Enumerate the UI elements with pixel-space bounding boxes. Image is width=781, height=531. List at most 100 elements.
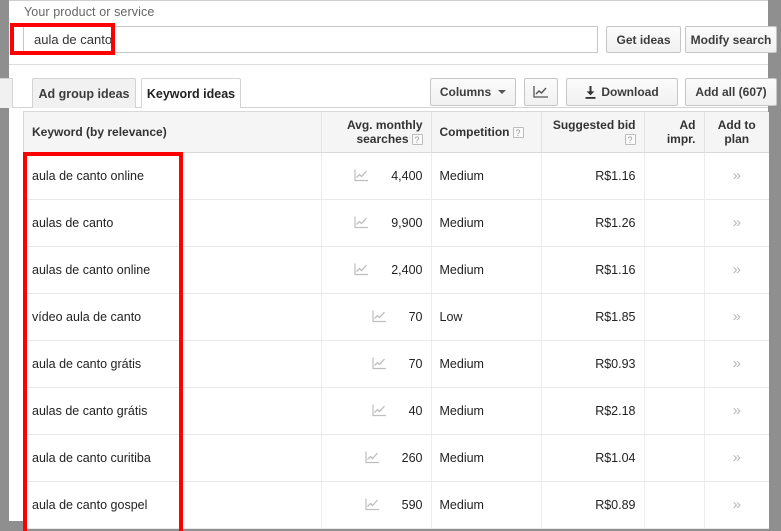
column-header-suggested-bid-label: Suggested bid <box>552 117 636 132</box>
cell-avg-searches: 590 <box>321 481 432 529</box>
cell-suggested-bid: R$1.16 <box>541 152 645 200</box>
table-row[interactable]: aula de canto online 4,400 Medium R$1.16 <box>24 152 769 200</box>
cell-avg-searches: 9,900 <box>321 199 432 247</box>
cell-add-to-plan[interactable]: » <box>704 152 769 200</box>
search-trend-icon[interactable] <box>371 404 387 417</box>
cell-add-to-plan[interactable]: » <box>704 246 769 294</box>
cell-competition: Medium <box>431 481 542 529</box>
add-to-plan-icon[interactable]: » <box>733 214 741 231</box>
add-to-plan-icon[interactable]: » <box>733 402 741 419</box>
cell-avg-searches-value: 9,900 <box>391 215 423 230</box>
cell-ad-impr <box>644 293 705 341</box>
cell-suggested-bid: R$0.93 <box>541 340 645 388</box>
column-header-ad-impr-label: Ad impr. <box>666 117 696 146</box>
cell-keyword: aulas de canto online <box>24 246 322 294</box>
column-header-competition[interactable]: Competition? <box>431 112 542 153</box>
tab-keyword-ideas[interactable]: Keyword ideas <box>141 78 241 108</box>
add-to-plan-icon[interactable]: » <box>733 355 741 372</box>
search-trend-icon[interactable] <box>354 216 369 229</box>
add-to-plan-icon[interactable]: » <box>733 167 741 184</box>
help-icon-competition[interactable]: ? <box>512 127 524 139</box>
modify-search-button[interactable]: Modify search <box>685 26 777 53</box>
table-row[interactable]: vídeo aula de canto 70 Low R$1.85 » <box>24 293 769 341</box>
cell-add-to-plan[interactable]: » <box>704 293 769 341</box>
table-row[interactable]: aula de canto gospel 590 Medium R$0.89 » <box>24 481 769 529</box>
cell-competition: Medium <box>431 434 542 482</box>
search-trend-icon[interactable] <box>371 357 387 370</box>
cell-avg-searches: 2,400 <box>321 246 432 294</box>
cell-ad-impr <box>644 199 705 247</box>
cell-competition: Low <box>431 293 542 341</box>
column-header-suggested-bid[interactable]: Suggested bid ? <box>541 112 645 153</box>
download-button-label: Download <box>601 85 659 99</box>
cell-add-to-plan[interactable]: » <box>704 434 769 482</box>
search-trend-icon[interactable] <box>354 169 369 182</box>
add-to-plan-icon[interactable]: » <box>733 261 741 278</box>
tab-overflow-stub[interactable] <box>0 78 13 108</box>
cell-add-to-plan[interactable]: » <box>704 481 769 529</box>
add-to-plan-icon[interactable]: » <box>733 308 741 325</box>
search-trend-icon[interactable] <box>365 498 380 511</box>
cell-avg-searches: 260 <box>321 434 432 482</box>
cell-ad-impr <box>644 340 705 388</box>
column-header-competition-label: Competition <box>439 124 510 139</box>
cell-avg-searches-value: 70 <box>408 356 423 371</box>
cell-keyword: aulas de canto grátis <box>24 387 322 435</box>
active-tab-connector <box>142 107 240 109</box>
search-trend-icon[interactable] <box>371 310 387 323</box>
help-icon-suggested-bid[interactable]: ? <box>624 134 636 146</box>
cell-keyword: aula de canto online <box>24 152 322 200</box>
help-icon-avg-monthly-searches[interactable]: ? <box>411 134 423 146</box>
cell-add-to-plan[interactable]: » <box>704 199 769 247</box>
column-header-avg-line2: searches <box>356 131 409 146</box>
add-to-plan-icon[interactable]: » <box>733 496 741 513</box>
cell-suggested-bid: R$2.18 <box>541 387 645 435</box>
search-trend-icon[interactable] <box>354 263 369 276</box>
chevron-down-icon <box>498 90 507 94</box>
cell-add-to-plan[interactable]: » <box>704 340 769 388</box>
tab-strip: Ad group ideas Keyword ideas Columns Dow… <box>0 66 777 109</box>
cell-avg-searches-value: 590 <box>401 497 423 512</box>
cell-avg-searches: 70 <box>321 293 432 341</box>
cell-avg-searches: 40 <box>321 387 432 435</box>
cell-suggested-bid: R$0.89 <box>541 481 645 529</box>
column-header-add-to-plan-label: Add to plan <box>717 117 756 146</box>
table-header: Keyword (by relevance) Avg. monthly sear… <box>24 112 769 153</box>
cell-keyword: aulas de canto <box>24 199 322 247</box>
search-trend-icon[interactable] <box>365 451 380 464</box>
cell-add-to-plan[interactable]: » <box>704 387 769 435</box>
table-row[interactable]: aulas de canto online 2,400 Medium R$1.1… <box>24 246 769 294</box>
search-input[interactable] <box>23 26 598 53</box>
columns-button-label: Columns <box>439 85 492 99</box>
table-row[interactable]: aula de canto grátis 70 Medium R$0.93 » <box>24 340 769 388</box>
add-all-button[interactable]: Add all (607) <box>685 78 777 106</box>
cell-avg-searches-value: 2,400 <box>391 262 423 277</box>
keyword-ideas-table: Keyword (by relevance) Avg. monthly sear… <box>24 112 769 529</box>
column-header-ad-impr[interactable]: Ad impr. <box>644 112 705 153</box>
cell-suggested-bid: R$1.85 <box>541 293 645 341</box>
cell-keyword: aula de canto curitiba <box>24 434 322 482</box>
app-window: Your product or service Get ideas Modify… <box>0 0 781 531</box>
table-row[interactable]: aula de canto curitiba 260 Medium R$1.04 <box>24 434 769 482</box>
download-button[interactable]: Download <box>566 78 678 106</box>
column-header-avg-monthly-searches[interactable]: Avg. monthly searches? <box>321 112 432 153</box>
cell-avg-searches-value: 40 <box>408 403 423 418</box>
get-ideas-button[interactable]: Get ideas <box>606 26 681 53</box>
cell-suggested-bid: R$1.16 <box>541 246 645 294</box>
table-row[interactable]: aulas de canto 9,900 Medium R$1.26 » <box>24 199 769 247</box>
line-chart-icon <box>533 86 548 98</box>
add-to-plan-icon[interactable]: » <box>733 449 741 466</box>
column-header-add-to-plan: Add to plan <box>704 112 769 153</box>
download-icon <box>585 85 596 99</box>
product-or-service-label: Your product or service <box>24 5 155 19</box>
columns-button[interactable]: Columns <box>430 78 516 106</box>
graph-view-button[interactable] <box>524 78 558 106</box>
keyword-ideas-table-container: Keyword (by relevance) Avg. monthly sear… <box>23 111 769 529</box>
table-row[interactable]: aulas de canto grátis 40 Medium R$2.18 » <box>24 387 769 435</box>
cell-ad-impr <box>644 246 705 294</box>
column-header-keyword[interactable]: Keyword (by relevance) <box>24 112 322 153</box>
cell-avg-searches: 70 <box>321 340 432 388</box>
cell-ad-impr <box>644 434 705 482</box>
column-header-keyword-label: Keyword (by relevance) <box>32 124 167 139</box>
tab-ad-group-ideas[interactable]: Ad group ideas <box>32 78 136 108</box>
